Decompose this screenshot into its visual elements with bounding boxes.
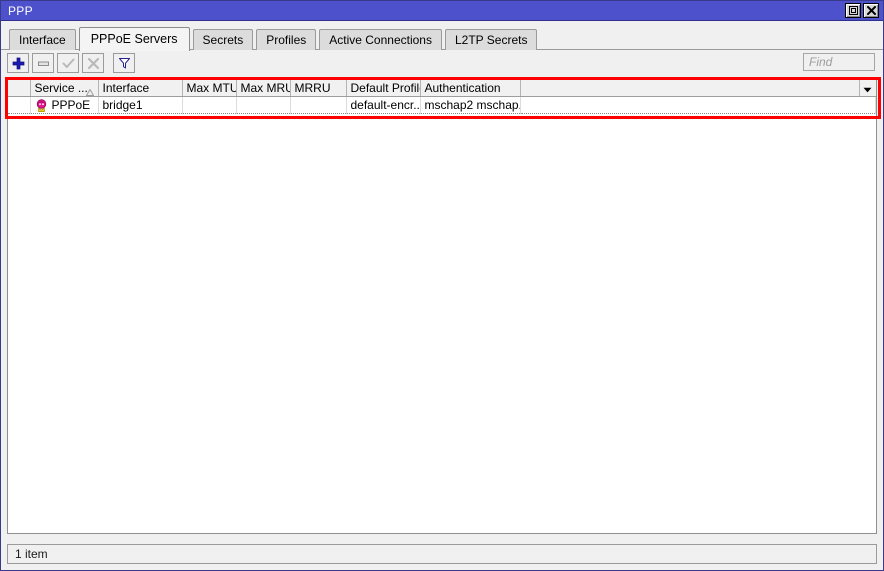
disable-button[interactable] <box>82 53 104 73</box>
column-header-service[interactable]: Service ... <box>30 80 99 97</box>
add-button[interactable] <box>7 53 29 73</box>
tab-bar: Interface PPPoE Servers Secrets Profiles… <box>1 21 883 51</box>
column-header-interface[interactable]: Interface <box>98 80 183 97</box>
cross-icon <box>87 57 100 70</box>
column-header-spare <box>520 80 876 97</box>
maximize-icon <box>848 6 858 15</box>
tab-secrets[interactable]: Secrets <box>192 29 254 50</box>
close-button[interactable] <box>863 3 879 18</box>
column-header-flag[interactable] <box>8 80 31 97</box>
column-header-authentication[interactable]: Authentication <box>420 80 521 97</box>
cell-service-label: PPPoE <box>51 98 91 112</box>
table-row[interactable]: PPPoE bridge1 default-encr... mschap2 ms… <box>8 96 876 114</box>
column-header-default-profile[interactable]: Default Profile <box>346 80 421 97</box>
minus-icon <box>37 57 50 70</box>
column-header-service-label: Service ... <box>34 81 88 95</box>
pppoe-servers-table: Service ... Interface Max MTU Max MRU MR… <box>8 80 876 114</box>
enable-button[interactable] <box>57 53 79 73</box>
item-count-label: 1 item <box>15 547 48 561</box>
remove-button[interactable] <box>32 53 54 73</box>
window-controls <box>845 3 881 18</box>
sort-ascending-icon <box>85 85 94 96</box>
window-titlebar: PPP <box>1 1 883 21</box>
pppoe-server-icon <box>35 98 48 112</box>
cell-spare <box>520 96 876 114</box>
status-bar: 1 item <box>7 544 877 564</box>
ppp-window: PPP Interface PPPoE Servers Secrets Prof… <box>0 0 884 571</box>
tab-pppoe-servers[interactable]: PPPoE Servers <box>78 27 190 51</box>
cell-service: PPPoE <box>30 96 99 114</box>
find-placeholder: Find <box>809 55 833 69</box>
toolbar-button-group <box>7 53 135 73</box>
check-icon <box>62 57 75 70</box>
funnel-icon <box>118 57 131 70</box>
column-header-mrru[interactable]: MRRU <box>290 80 347 97</box>
pppoe-servers-list[interactable]: Service ... Interface Max MTU Max MRU MR… <box>7 79 877 534</box>
column-header-max-mru[interactable]: Max MRU <box>236 80 291 97</box>
table-header-row: Service ... Interface Max MTU Max MRU MR… <box>8 80 876 97</box>
cell-mrru <box>290 96 347 114</box>
column-header-max-mtu[interactable]: Max MTU <box>182 80 237 97</box>
column-chooser-button[interactable] <box>858 80 875 96</box>
chevron-down-icon <box>863 82 872 96</box>
tab-active-connections[interactable]: Active Connections <box>319 29 442 50</box>
close-icon <box>866 6 876 15</box>
table-toolbar: Find <box>1 50 883 76</box>
cell-default-profile: default-encr... <box>346 96 421 114</box>
filter-button[interactable] <box>113 53 135 73</box>
tab-interface[interactable]: Interface <box>9 29 76 50</box>
window-title: PPP <box>8 3 33 18</box>
cell-max-mtu <box>182 96 237 114</box>
cell-flag <box>8 96 31 114</box>
maximize-button[interactable] <box>845 3 861 18</box>
tab-l2tp-secrets[interactable]: L2TP Secrets <box>444 29 538 50</box>
cell-max-mru <box>236 96 291 114</box>
cell-interface: bridge1 <box>98 96 183 114</box>
plus-icon <box>12 57 25 70</box>
cell-authentication: mschap2 mschap... <box>420 96 521 114</box>
find-input[interactable]: Find <box>803 53 875 71</box>
tab-profiles[interactable]: Profiles <box>256 29 317 50</box>
